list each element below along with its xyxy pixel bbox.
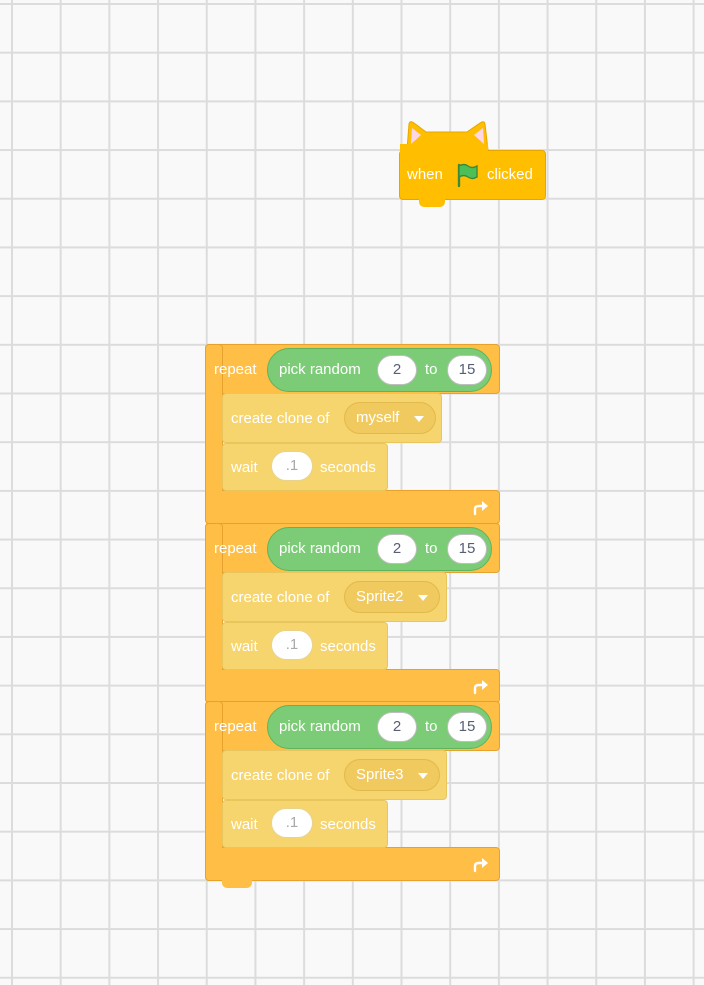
random-from-input[interactable]: 2 — [377, 712, 417, 742]
when-label: when — [407, 166, 443, 183]
wait-label: wait — [231, 638, 258, 655]
loop-arrow-icon — [473, 680, 488, 695]
random-from-input[interactable]: 2 — [377, 534, 417, 564]
seconds-label: seconds — [320, 459, 376, 476]
wait-block[interactable]: wait .1 seconds — [222, 622, 388, 670]
create-clone-block[interactable]: create clone of Sprite2 — [222, 572, 447, 622]
repeat-label: repeat — [214, 540, 257, 557]
repeat-block[interactable]: repeat pick random 2 to 15 create clone … — [205, 344, 500, 524]
seconds-label: seconds — [320, 638, 376, 655]
repeat-block[interactable]: repeat pick random 2 to 15 create clone … — [205, 701, 500, 891]
pick-random-label: pick random — [279, 718, 361, 735]
clicked-label: clicked — [487, 166, 533, 183]
clone-target-value: myself — [356, 409, 400, 426]
wait-label: wait — [231, 459, 258, 476]
repeat-block[interactable]: repeat pick random 2 to 15 create clone … — [205, 523, 500, 703]
to-label: to — [425, 540, 438, 557]
repeat-label: repeat — [214, 361, 257, 378]
random-to-input[interactable]: 15 — [447, 712, 487, 742]
wait-seconds-input[interactable]: .1 — [271, 451, 313, 481]
random-from-input[interactable]: 2 — [377, 355, 417, 385]
pick-random-label: pick random — [279, 361, 361, 378]
pick-random-block[interactable]: pick random 2 to 15 — [267, 705, 492, 749]
green-flag-icon — [457, 163, 478, 188]
pick-random-block[interactable]: pick random 2 to 15 — [267, 527, 492, 571]
seconds-label: seconds — [320, 816, 376, 833]
create-clone-label: create clone of — [231, 589, 330, 606]
clone-target-dropdown[interactable]: Sprite2 — [344, 581, 440, 613]
chevron-down-icon — [418, 773, 428, 779]
random-to-input[interactable]: 15 — [447, 355, 487, 385]
clone-target-dropdown[interactable]: Sprite3 — [344, 759, 440, 791]
clone-target-dropdown[interactable]: myself — [344, 402, 436, 434]
loop-arrow-icon — [473, 858, 488, 873]
wait-block[interactable]: wait .1 seconds — [222, 443, 388, 491]
wait-label: wait — [231, 816, 258, 833]
create-clone-label: create clone of — [231, 410, 330, 427]
pick-random-block[interactable]: pick random 2 to 15 — [267, 348, 492, 392]
random-to-input[interactable]: 15 — [447, 534, 487, 564]
chevron-down-icon — [418, 595, 428, 601]
create-clone-label: create clone of — [231, 767, 330, 784]
wait-block[interactable]: wait .1 seconds — [222, 800, 388, 848]
repeat-label: repeat — [214, 718, 257, 735]
code-workspace[interactable]: { "hat": { "when_label": "when", "flag_i… — [0, 0, 704, 985]
loop-arrow-icon — [473, 501, 488, 516]
clone-target-value: Sprite3 — [356, 766, 404, 783]
create-clone-block[interactable]: create clone of myself — [222, 393, 442, 443]
wait-seconds-input[interactable]: .1 — [271, 630, 313, 660]
clone-target-value: Sprite2 — [356, 588, 404, 605]
when-flag-clicked-block[interactable]: when clicked — [399, 118, 546, 208]
to-label: to — [425, 361, 438, 378]
create-clone-block[interactable]: create clone of Sprite3 — [222, 750, 447, 800]
wait-seconds-input[interactable]: .1 — [271, 808, 313, 838]
chevron-down-icon — [414, 416, 424, 422]
pick-random-label: pick random — [279, 540, 361, 557]
to-label: to — [425, 718, 438, 735]
